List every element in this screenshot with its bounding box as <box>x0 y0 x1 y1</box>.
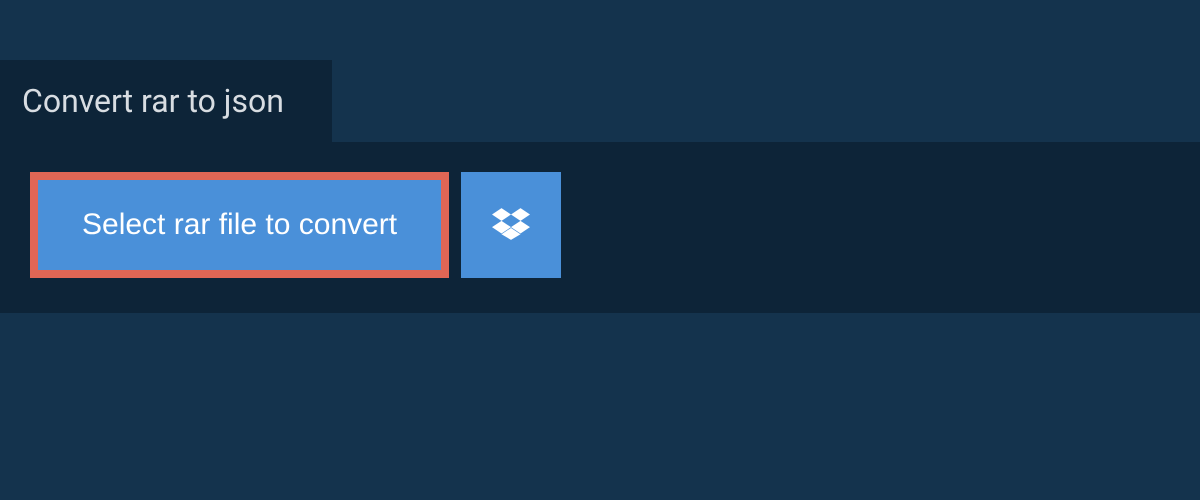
tab-header: Convert rar to json <box>0 60 332 142</box>
content-panel: Select rar file to convert <box>0 142 1200 313</box>
dropbox-icon <box>492 205 530 246</box>
page-title: Convert rar to json <box>22 82 284 120</box>
select-file-label: Select rar file to convert <box>82 208 397 242</box>
select-file-button[interactable]: Select rar file to convert <box>30 172 449 278</box>
button-row: Select rar file to convert <box>30 172 1170 278</box>
dropbox-button[interactable] <box>461 172 561 278</box>
